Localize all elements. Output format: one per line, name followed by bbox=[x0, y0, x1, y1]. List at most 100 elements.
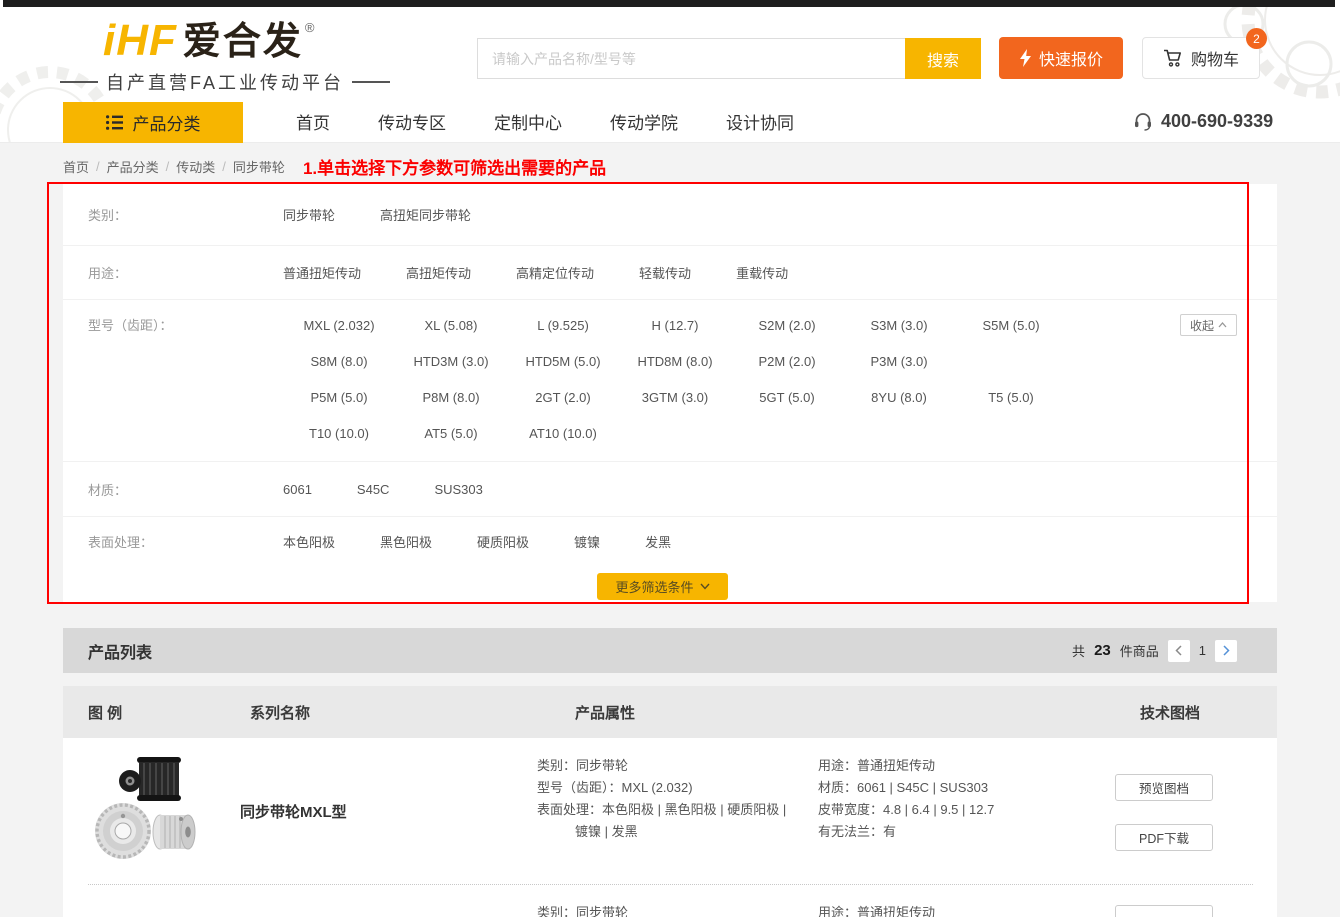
breadcrumb-separator: / bbox=[166, 159, 170, 174]
search-input[interactable] bbox=[477, 38, 905, 79]
nav-menu: 首页 传动专区 定制中心 传动学院 设计协同 bbox=[296, 100, 842, 142]
filter-option[interactable]: T5 (5.0) bbox=[955, 380, 1067, 416]
next-page-button[interactable] bbox=[1215, 640, 1237, 662]
attr-category: 类别：同步带轮 bbox=[537, 755, 786, 777]
filter-option[interactable]: P8M (8.0) bbox=[395, 380, 507, 416]
lightning-icon bbox=[1019, 49, 1032, 67]
nav-item-transmission-zone[interactable]: 传动专区 bbox=[378, 109, 446, 134]
filter-option[interactable]: MXL (2.032) bbox=[283, 308, 395, 344]
attr-flange: 有无法兰：有 bbox=[818, 821, 994, 843]
filter-option[interactable]: AT10 (10.0) bbox=[507, 416, 619, 452]
pagination: 共 23 件商品 1 bbox=[1072, 640, 1237, 662]
column-header-attributes: 产品属性 bbox=[575, 686, 635, 738]
registered-mark: ® bbox=[305, 19, 315, 37]
preview-drawing-button[interactable]: 预览图档 bbox=[1115, 774, 1213, 801]
filter-option[interactable]: SUS303 bbox=[434, 482, 482, 497]
product-rows: 同步带轮MXL型 类别：同步带轮 型号（齿距）：MXL (2.032) 表面处理… bbox=[63, 738, 1277, 917]
filter-option[interactable]: 8YU (8.0) bbox=[843, 380, 955, 416]
tagline-line bbox=[60, 81, 98, 83]
product-attrs-left: 类别：同步带轮 bbox=[537, 902, 628, 917]
quick-quote-label: 快速报价 bbox=[1039, 46, 1103, 70]
filter-option[interactable]: S2M (2.0) bbox=[731, 308, 843, 344]
filter-option[interactable]: 高扭矩同步带轮 bbox=[380, 205, 471, 224]
product-name[interactable]: 同步带轮MXL型 bbox=[240, 738, 347, 885]
filter-option[interactable]: S5M (5.0) bbox=[955, 308, 1067, 344]
product-list-bar: 产品列表 共 23 件商品 1 bbox=[63, 628, 1277, 673]
site-logo[interactable]: iHF 爱合发 ® 自产直营FA工业传动平台 bbox=[60, 19, 390, 95]
filter-option[interactable]: 重载传动 bbox=[736, 263, 788, 282]
filter-option[interactable]: 6061 bbox=[283, 482, 312, 497]
filter-option[interactable]: XL (5.08) bbox=[395, 308, 507, 344]
prev-page-button[interactable] bbox=[1168, 640, 1190, 662]
filter-label: 用途： bbox=[88, 263, 283, 282]
nav-item-academy[interactable]: 传动学院 bbox=[610, 109, 678, 134]
top-accent-bar bbox=[3, 0, 1335, 7]
cart-button[interactable]: 购物车 2 bbox=[1142, 37, 1260, 79]
filter-option[interactable]: 2GT (2.0) bbox=[507, 380, 619, 416]
chevron-down-icon bbox=[700, 583, 710, 590]
filter-option[interactable]: 5GT (5.0) bbox=[731, 380, 843, 416]
filter-option[interactable]: S8M (8.0) bbox=[283, 344, 395, 380]
breadcrumb-separator: / bbox=[222, 159, 226, 174]
filter-option[interactable]: 发黑 bbox=[645, 532, 671, 551]
filter-option[interactable]: 本色阳极 bbox=[283, 532, 335, 551]
breadcrumb-separator: / bbox=[96, 159, 100, 174]
tutorial-annotation: 1.单击选择下方参数可筛选出需要的产品 bbox=[303, 154, 606, 179]
filter-option[interactable]: HTD3M (3.0) bbox=[395, 344, 507, 380]
more-filters-label: 更多筛选条件 bbox=[615, 577, 693, 596]
filter-row-material: 材质： 6061 S45C SUS303 bbox=[63, 462, 1277, 517]
filter-option[interactable]: S45C bbox=[357, 482, 390, 497]
nav-item-design-collab[interactable]: 设计协同 bbox=[726, 109, 794, 134]
filter-option[interactable]: 3GTM (3.0) bbox=[619, 380, 731, 416]
filter-option[interactable]: 普通扭矩传动 bbox=[283, 263, 361, 282]
filter-option[interactable]: 硬质阳极 bbox=[477, 532, 529, 551]
product-category-button[interactable]: 产品分类 bbox=[63, 102, 243, 143]
attr-surface: 表面处理：本色阳极 | 黑色阳极 | 硬质阳极 | bbox=[537, 799, 786, 821]
breadcrumb-home[interactable]: 首页 bbox=[63, 157, 89, 176]
breadcrumb-transmission[interactable]: 传动类 bbox=[176, 157, 215, 176]
filter-label: 表面处理： bbox=[88, 532, 283, 551]
service-phone: 400-690-9339 bbox=[1133, 100, 1273, 142]
preview-drawing-button[interactable] bbox=[1115, 905, 1213, 917]
nav-item-custom-center[interactable]: 定制中心 bbox=[494, 109, 562, 134]
filter-option[interactable]: HTD5M (5.0) bbox=[507, 344, 619, 380]
attr-category: 类别：同步带轮 bbox=[537, 902, 628, 917]
filter-option[interactable]: 高精定位传动 bbox=[516, 263, 594, 282]
column-header-image: 图 例 bbox=[88, 686, 122, 738]
main-navbar: 产品分类 首页 传动专区 定制中心 传动学院 设计协同 400-690-9339 bbox=[0, 100, 1340, 143]
product-attrs-right: 用途：普通扭矩传动 bbox=[818, 902, 935, 917]
attr-usage: 用途：普通扭矩传动 bbox=[818, 755, 994, 777]
collapse-button[interactable]: 收起 bbox=[1180, 314, 1237, 336]
item-count-suffix: 件商品 bbox=[1120, 641, 1159, 660]
filter-row-surface: 表面处理： 本色阳极 黑色阳极 硬质阳极 镀镍 发黑 bbox=[63, 517, 1277, 566]
search-button[interactable]: 搜索 bbox=[905, 38, 981, 79]
filter-option[interactable]: 镀镍 bbox=[574, 532, 600, 551]
filter-option[interactable]: T10 (10.0) bbox=[283, 416, 395, 452]
content-area: 首页 / 产品分类 / 传动类 / 同步带轮 1.单击选择下方参数可筛选出需要的… bbox=[0, 143, 1340, 917]
filter-option[interactable]: L (9.525) bbox=[507, 308, 619, 344]
breadcrumb-current[interactable]: 同步带轮 bbox=[233, 157, 285, 176]
product-image-pulleys[interactable] bbox=[93, 752, 208, 864]
filter-option[interactable]: P5M (5.0) bbox=[283, 380, 395, 416]
nav-item-home[interactable]: 首页 bbox=[296, 109, 330, 134]
filter-option[interactable]: 高扭矩传动 bbox=[406, 263, 471, 282]
filter-option[interactable]: 轻载传动 bbox=[639, 263, 691, 282]
filter-option[interactable]: P3M (3.0) bbox=[843, 344, 955, 380]
filter-option[interactable]: S3M (3.0) bbox=[843, 308, 955, 344]
filter-option[interactable]: HTD8M (8.0) bbox=[619, 344, 731, 380]
filter-option[interactable]: AT5 (5.0) bbox=[395, 416, 507, 452]
breadcrumb-category[interactable]: 产品分类 bbox=[107, 157, 159, 176]
phone-number: 400-690-9339 bbox=[1161, 111, 1273, 132]
chevron-up-icon bbox=[1218, 322, 1227, 328]
site-header: iHF 爱合发 ® 自产直营FA工业传动平台 搜索 快速报价 bbox=[0, 7, 1340, 100]
filter-option[interactable]: H (12.7) bbox=[619, 308, 731, 344]
pdf-download-button[interactable]: PDF下载 bbox=[1115, 824, 1213, 851]
filter-label: 类别： bbox=[88, 205, 283, 224]
search-bar: 搜索 bbox=[477, 38, 981, 79]
filter-option[interactable]: 黑色阳极 bbox=[380, 532, 432, 551]
attr-material: 材质：6061 | S45C | SUS303 bbox=[818, 777, 994, 799]
filter-option[interactable]: P2M (2.0) bbox=[731, 344, 843, 380]
more-filters-button[interactable]: 更多筛选条件 bbox=[597, 573, 728, 600]
quick-quote-button[interactable]: 快速报价 bbox=[999, 37, 1123, 79]
filter-option[interactable]: 同步带轮 bbox=[283, 205, 335, 224]
